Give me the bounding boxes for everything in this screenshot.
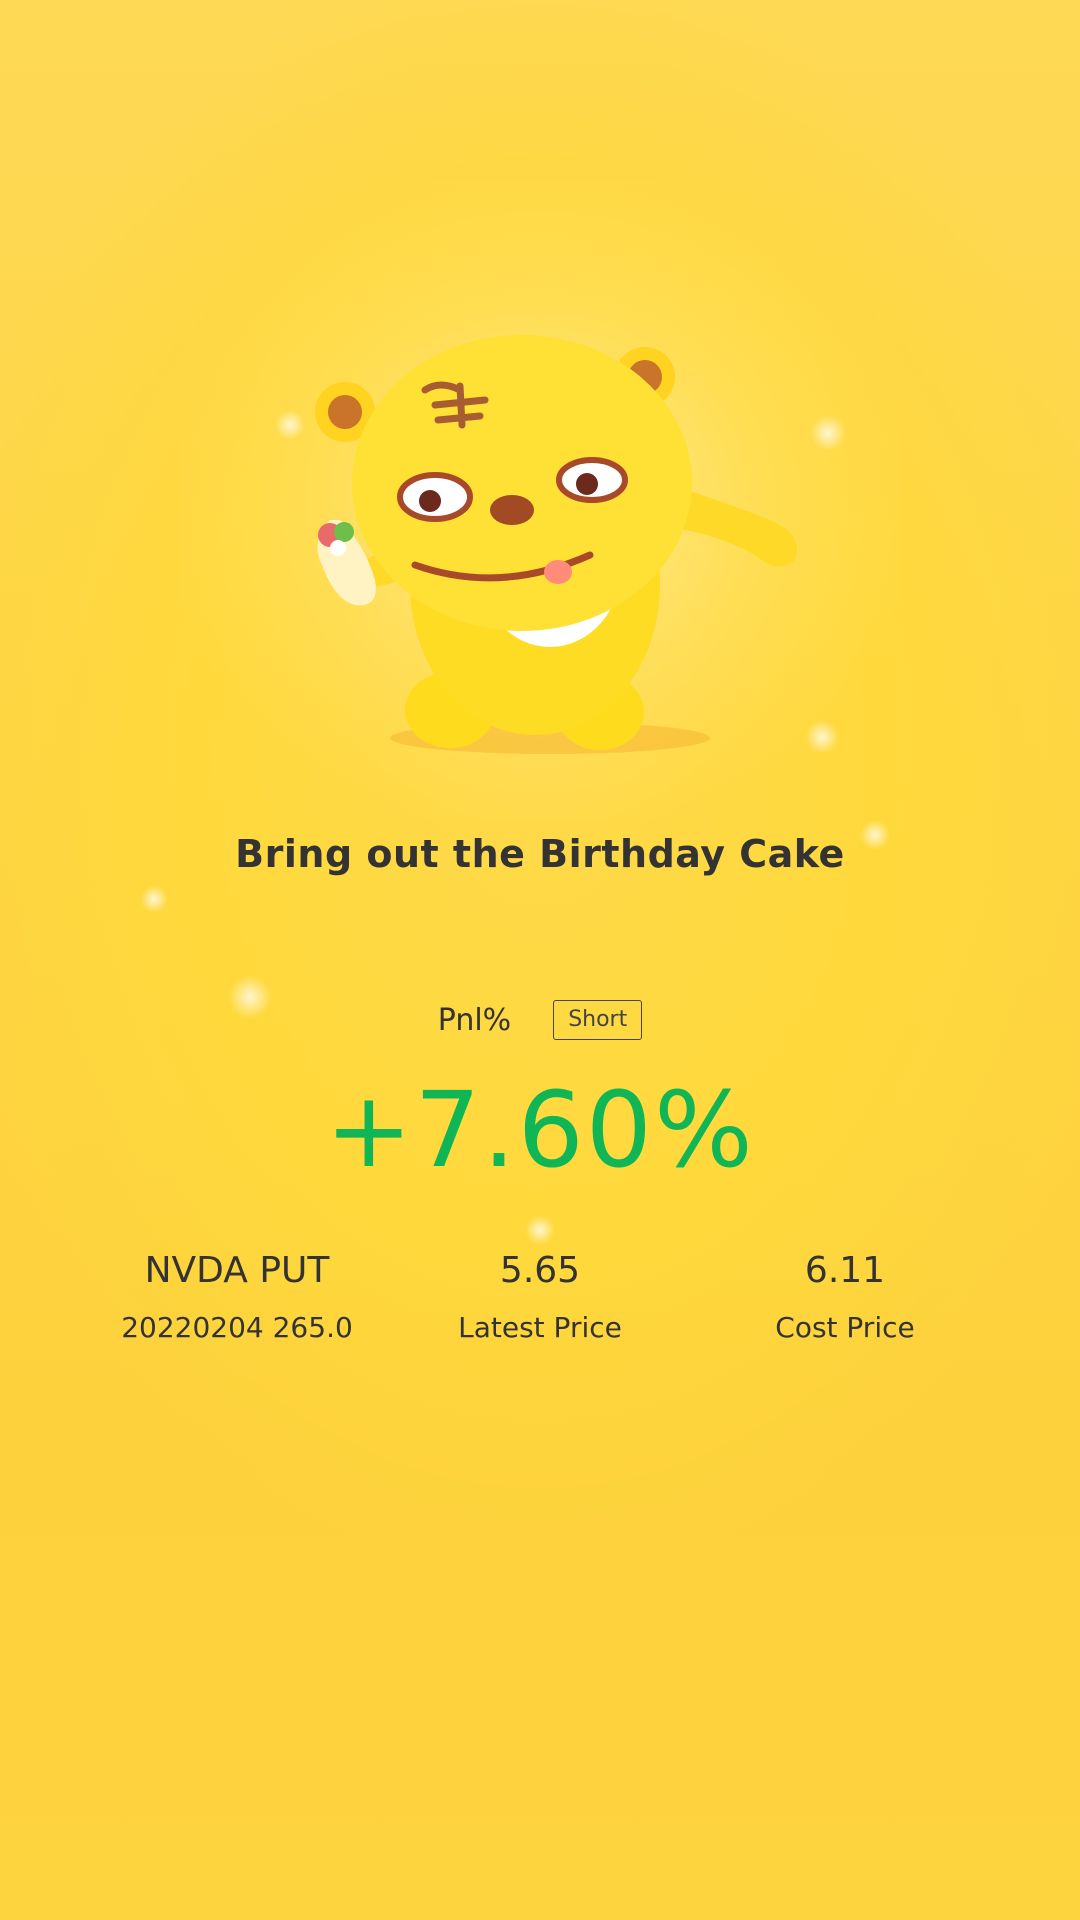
- card-title: Bring out the Birthday Cake: [235, 832, 845, 876]
- cost-price-label: Cost Price: [775, 1311, 915, 1344]
- pnl-percentage: +7.60%: [325, 1069, 755, 1191]
- sparkle: [140, 885, 168, 913]
- pnl-label: Pnl%: [437, 1002, 512, 1038]
- cost-price-stat: 6.11 Cost Price: [665, 1250, 1025, 1344]
- direction-badge: Short: [553, 1000, 643, 1040]
- sparkle: [525, 1215, 555, 1245]
- pnl-header: Pnl% Short: [0, 996, 1080, 1044]
- cost-price-value: 6.11: [804, 1250, 886, 1291]
- tiger-mascot-illustration: [315, 335, 798, 754]
